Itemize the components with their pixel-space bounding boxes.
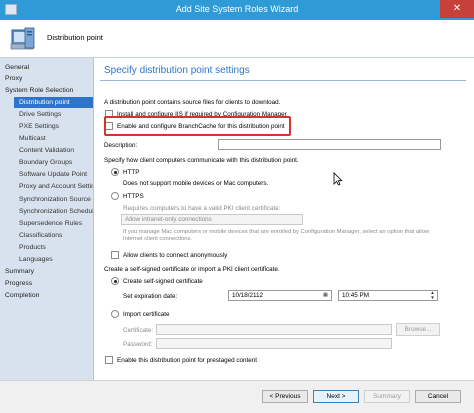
nav-item-system-role-selection[interactable]: System Role Selection <box>5 85 93 96</box>
nav-item-distribution-point[interactable]: Distribution point <box>14 97 93 108</box>
nav-item-drive-settings[interactable]: Drive Settings <box>19 109 93 120</box>
wizard-nav: General Proxy System Role Selection Dist… <box>0 58 94 380</box>
expiration-date-picker[interactable]: 10/18/2112 ▦ <box>228 290 332 301</box>
http-note: Does not support mobile devices or Mac c… <box>123 180 269 187</box>
banner-title: Distribution point <box>47 33 103 42</box>
wizard-footer: < Previous Next > Summary Cancel <box>0 380 474 413</box>
window-titlebar[interactable]: Add Site System Roles Wizard ✕ <box>0 0 474 20</box>
nav-item-classifications[interactable]: Classifications <box>19 230 93 241</box>
nav-item-synchronization-source[interactable]: Synchronization Source <box>19 194 93 205</box>
http-radio[interactable] <box>111 168 119 176</box>
description-label: Description: <box>104 142 138 149</box>
nav-item-supersedence-rules[interactable]: Supersedence Rules <box>19 218 93 229</box>
certificate-input[interactable] <box>156 324 392 335</box>
nav-item-completion[interactable]: Completion <box>5 290 93 301</box>
calendar-dropdown-icon[interactable]: ▦ <box>321 291 330 300</box>
https-connection-select[interactable]: Allow intranet-only connections <box>121 214 303 225</box>
previous-button[interactable]: < Previous <box>262 390 308 403</box>
expiration-time-value: 10:45 PM <box>342 292 369 299</box>
certificate-label: Certificate: <box>123 327 154 334</box>
server-role-icon <box>10 27 35 50</box>
page-heading: Specify distribution point settings <box>104 65 250 76</box>
nav-item-proxy-account-settings[interactable]: Proxy and Account Settin <box>19 181 93 192</box>
self-signed-label: Create self-signed certificate <box>123 278 203 285</box>
https-label: HTTPS <box>123 193 144 200</box>
nav-item-proxy[interactable]: Proxy <box>5 73 93 84</box>
time-spinner-icon[interactable]: ▲ ▼ <box>429 291 436 300</box>
wizard-page: Specify distribution point settings A di… <box>95 58 474 380</box>
certificate-section-label: Create a self-signed certificate or impo… <box>104 266 280 273</box>
nav-item-languages[interactable]: Languages <box>19 254 93 265</box>
expiration-label: Set expiration date: <box>123 293 178 300</box>
wizard-banner: Distribution point <box>0 20 474 58</box>
nav-item-multicast[interactable]: Multicast <box>19 133 93 144</box>
import-certificate-radio[interactable] <box>111 310 119 318</box>
https-cert-note: Requires computers to have a valid PKI c… <box>123 205 281 212</box>
description-input[interactable] <box>218 139 441 150</box>
https-mac-note-1: If you manage Mac computers or mobile de… <box>123 229 430 235</box>
anonymous-checkbox[interactable] <box>111 251 119 259</box>
anonymous-label: Allow clients to connect anonymously <box>123 252 228 259</box>
nav-item-summary[interactable]: Summary <box>5 266 93 277</box>
summary-button[interactable]: Summary <box>364 390 410 403</box>
window-title: Add Site System Roles Wizard <box>175 4 299 14</box>
cancel-button[interactable]: Cancel <box>415 390 461 403</box>
https-connection-value: Allow intranet-only connections <box>125 216 212 223</box>
nav-item-content-validation[interactable]: Content Validation <box>19 145 93 156</box>
nav-item-synchronization-schedule[interactable]: Synchronization Schedule <box>19 206 93 217</box>
browse-button[interactable]: Browse... <box>396 323 440 336</box>
https-radio[interactable] <box>111 192 119 200</box>
password-input[interactable] <box>156 338 392 349</box>
nav-item-products[interactable]: Products <box>19 242 93 253</box>
import-certificate-label: Import certificate <box>123 311 170 318</box>
nav-item-progress[interactable]: Progress <box>5 278 93 289</box>
password-label: Password: <box>123 341 153 348</box>
nav-item-software-update-point[interactable]: Software Update Point <box>19 169 93 180</box>
http-label: HTTP <box>123 169 140 176</box>
close-button[interactable]: ✕ <box>440 0 474 18</box>
expiration-date-value: 10/18/2112 <box>232 292 264 299</box>
nav-item-pxe-settings[interactable]: PXE Settings <box>19 121 93 132</box>
expiration-time-picker[interactable]: 10:45 PM ▲ ▼ <box>338 290 438 301</box>
branchcache-highlight <box>104 116 291 136</box>
intro-text: A distribution point contains source fil… <box>104 99 281 106</box>
https-mac-note-2: Internet client connections. <box>123 236 192 242</box>
heading-divider <box>100 80 466 81</box>
nav-item-general[interactable]: General <box>5 62 93 73</box>
mouse-cursor-icon <box>333 172 343 186</box>
prestaged-checkbox[interactable] <box>105 356 113 364</box>
prestaged-label: Enable this distribution point for prest… <box>117 357 258 364</box>
nav-item-boundary-groups[interactable]: Boundary Groups <box>19 157 93 168</box>
next-button[interactable]: Next > <box>313 390 359 403</box>
communication-label: Specify how client computers communicate… <box>104 157 299 164</box>
self-signed-radio[interactable] <box>111 277 119 285</box>
